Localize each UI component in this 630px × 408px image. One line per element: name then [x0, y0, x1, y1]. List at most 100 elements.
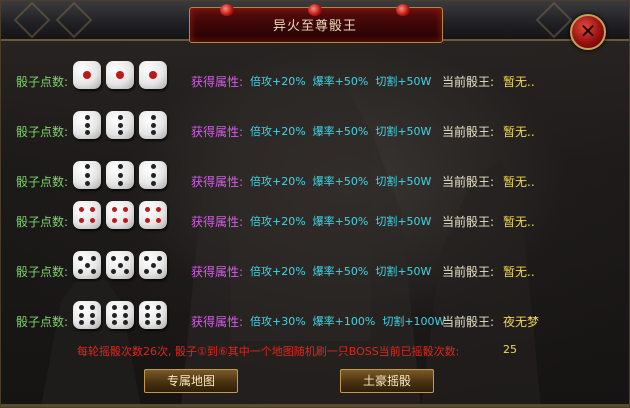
die-pip — [90, 312, 96, 318]
attribute-values: 倍攻+20% 爆率+50% 切割+50W — [250, 75, 432, 88]
die-pip — [117, 180, 123, 186]
dice-row: 骰子点数: 获得属性: 倍攻+30% 爆率+100% 切割+100W 当前骰王: 夜无梦 — [1, 301, 629, 341]
die-pip — [90, 320, 96, 326]
current-king-value: 暂无.. — [503, 215, 535, 229]
die-pip — [78, 256, 84, 262]
die-pip — [111, 206, 117, 212]
die-face-6-icon — [139, 301, 167, 329]
current-king-value: 暂无.. — [503, 75, 535, 89]
die-pip — [123, 304, 129, 310]
die-pip — [156, 304, 162, 310]
die-pip — [111, 268, 117, 274]
dice-points-label: 骰子点数: — [16, 215, 69, 229]
current-king-label: 当前骰王: — [442, 125, 495, 139]
attribute-label: 获得属性: — [191, 315, 244, 329]
attribute-label: 获得属性: — [191, 75, 244, 89]
die-pip — [78, 206, 84, 212]
attribute-label: 获得属性: — [191, 175, 244, 189]
current-king-value: 暂无.. — [503, 265, 535, 279]
dice-points-label: 骰子点数: — [16, 175, 69, 189]
die-face-6-icon — [73, 301, 101, 329]
die-face-4-icon — [139, 201, 167, 229]
current-king-value: 暂无.. — [503, 175, 535, 189]
die-pip — [78, 218, 84, 224]
attribute-label: 获得属性: — [191, 215, 244, 229]
die-pip — [117, 172, 123, 178]
die-face-2-icon — [139, 111, 167, 139]
die-pip — [156, 218, 162, 224]
die-pip — [144, 206, 150, 212]
die-pip — [117, 122, 123, 128]
die-pip — [117, 114, 123, 120]
attribute-label: 获得属性: — [191, 125, 244, 139]
dice-row: 骰子点数: 获得属性: 倍攻+20% 爆率+50% 切割+50W 当前骰王: 暂无.. — [1, 161, 629, 201]
die-pip — [149, 71, 157, 79]
current-king-value: 夜无梦 — [503, 315, 540, 329]
die-face-3-icon — [106, 161, 134, 189]
current-king-label: 当前骰王: — [442, 75, 495, 89]
die-pip — [150, 262, 156, 268]
dice-points-label: 骰子点数: — [16, 265, 69, 279]
die-pip — [111, 218, 117, 224]
die-pip — [111, 312, 117, 318]
current-king-label: 当前骰王: — [442, 175, 495, 189]
die-pip — [84, 114, 90, 120]
die-pip — [144, 320, 150, 326]
die-face-3-icon — [139, 161, 167, 189]
dice-row: 骰子点数: 获得属性: 倍攻+20% 爆率+50% 切割+50W 当前骰王: 暂无.. — [1, 111, 629, 151]
die-pip — [144, 256, 150, 262]
die-pip — [123, 206, 129, 212]
die-pip — [156, 312, 162, 318]
die-pip — [78, 304, 84, 310]
die-pip — [150, 122, 156, 128]
die-pip — [78, 268, 84, 274]
die-pip — [90, 304, 96, 310]
die-pip — [156, 206, 162, 212]
current-king-label: 当前骰王: — [442, 265, 495, 279]
die-pip — [84, 262, 90, 268]
die-pip — [156, 256, 162, 262]
die-pip — [144, 218, 150, 224]
dice-points-label: 骰子点数: — [16, 75, 69, 89]
die-pip — [78, 320, 84, 326]
die-pip — [156, 268, 162, 274]
die-face-2-icon — [106, 111, 134, 139]
tycoon-roll-button[interactable]: 土豪摇骰 — [340, 369, 434, 393]
die-face-3-icon — [73, 161, 101, 189]
die-pip — [111, 304, 117, 310]
close-icon: ✕ — [579, 19, 597, 43]
die-face-4-icon — [106, 201, 134, 229]
roll-count: 25 — [503, 343, 517, 356]
die-pip — [123, 218, 129, 224]
die-pip — [150, 180, 156, 186]
die-pip — [144, 268, 150, 274]
die-pip — [150, 114, 156, 120]
attribute-label: 获得属性: — [191, 265, 244, 279]
die-pip — [84, 172, 90, 178]
close-button[interactable]: ✕ — [570, 14, 606, 50]
die-pip — [84, 122, 90, 128]
die-pip — [84, 180, 90, 186]
window-title: 异火至尊骰王 — [272, 19, 357, 34]
die-pip — [144, 312, 150, 318]
die-pip — [84, 130, 90, 136]
current-king-label: 当前骰王: — [442, 215, 495, 229]
die-face-5-icon — [139, 251, 167, 279]
current-king-label: 当前骰王: — [442, 315, 495, 329]
dice-points-label: 骰子点数: — [16, 315, 69, 329]
dice-king-window: 异火至尊骰王 ✕ 骰子点数: 获得属性: 倍攻+20% 爆率+50% 切割+50W 当… — [0, 0, 630, 408]
die-pip — [117, 130, 123, 136]
die-pip — [83, 71, 91, 79]
die-pip — [150, 172, 156, 178]
current-king-value: 暂无.. — [503, 125, 535, 139]
die-pip — [78, 312, 84, 318]
die-face-1-icon — [73, 61, 101, 89]
die-pip — [123, 256, 129, 262]
exclusive-map-button[interactable]: 专属地图 — [144, 369, 238, 393]
dice-row: 骰子点数: 获得属性: 倍攻+20% 爆率+50% 切割+50W 当前骰王: 暂无.. — [1, 201, 629, 241]
dice-row: 骰子点数: 获得属性: 倍攻+20% 爆率+50% 切割+50W 当前骰王: 暂无.. — [1, 61, 629, 101]
bottom-border — [1, 404, 629, 407]
roll-info-text: 每轮摇骰次数26次, 骰子①到⑥其中一个地图随机刷一只BOSS当前已摇骰次数: — [77, 345, 460, 358]
die-pip — [117, 164, 123, 170]
attribute-values: 倍攻+20% 爆率+50% 切割+50W — [250, 215, 432, 228]
